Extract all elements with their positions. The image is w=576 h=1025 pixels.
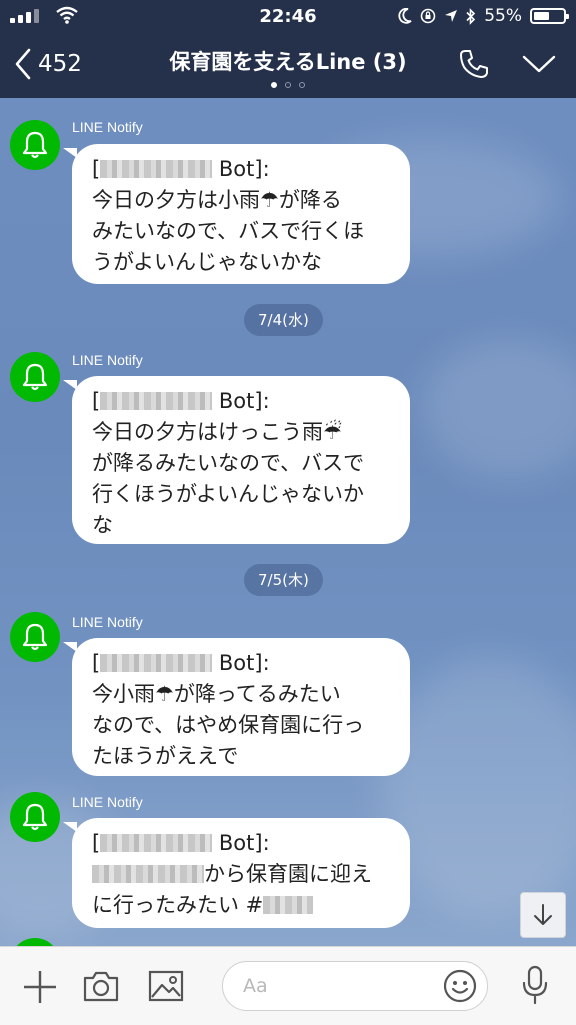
message-line: なので、はやめ保育園に行っ [92,713,365,737]
sender-name: LINE Notify [72,794,143,810]
redacted-name [100,160,213,178]
message-line: たほうがええで [92,744,239,768]
plus-icon[interactable] [22,969,58,1005]
redacted-name [100,654,213,672]
date-separator: 7/4(水) [244,304,323,336]
scroll-to-bottom-button[interactable] [520,892,566,938]
bluetooth-icon [466,7,476,25]
input-bar: Aa [0,946,576,1025]
message-header: [ Bot]: [92,651,270,675]
redacted-name [100,392,213,410]
status-bar: 22:46 55% [0,0,576,32]
message-line: 今日の夕方はけっこう雨☔ [92,420,342,444]
message-bubble[interactable]: [ Bot]: 今日の夕方はけっこう雨☔ が降るみたいなので、バスで 行くほうが… [63,376,410,544]
orientation-lock-icon [420,8,436,24]
message-line: が降るみたいなので、バスで [92,451,365,475]
background-cloud [420,338,576,478]
page-dot [271,82,277,88]
image-icon[interactable] [148,969,184,1003]
message-line: な [92,513,113,537]
message-line: うがよいんじゃないかな [92,250,322,274]
redacted-tag [263,896,314,914]
location-icon [445,10,458,22]
bell-icon [22,803,48,831]
message-line: から保育園に迎え [92,859,396,890]
message-header: [ Bot]: [92,157,270,181]
smiley-icon[interactable] [443,969,477,1003]
message-header: [ Bot]: [92,389,270,413]
sender-avatar[interactable] [10,120,60,170]
sender-name: LINE Notify [72,614,143,630]
sender-avatar[interactable] [10,352,60,402]
message-header: [ Bot]: [92,831,270,855]
chat-area[interactable]: LINE Notify [ Bot]: 今日の夕方は小雨☂が降る みたいなので、… [0,98,576,946]
phone-icon[interactable] [458,48,490,80]
sender-avatar[interactable] [10,938,60,946]
message-line: みたいなので、バスで行くほ [92,219,365,243]
message-line: 行くほうがよいんじゃないか [92,482,364,506]
redacted-name [100,834,213,852]
page-dot [299,82,305,88]
message-bubble[interactable]: [ Bot]: 今小雨☂が降ってるみたい なので、はやめ保育園に行っ たほうがえ… [63,638,410,776]
arrow-down-icon [534,904,552,925]
message-line: 今小雨☂が降ってるみたい [92,682,341,706]
date-separator: 7/5(木) [244,564,323,596]
battery-icon [530,8,569,24]
message-bubble[interactable]: [ Bot]: 今日の夕方は小雨☂が降る みたいなので、バスで行くほ うがよいん… [63,144,410,284]
microphone-icon[interactable] [520,965,550,1005]
bell-icon [22,363,48,391]
battery-percent: 55% [484,6,522,26]
bell-icon [22,623,48,651]
message-bubble[interactable]: [ Bot]: から保育園に迎え に行ったみたい # [63,818,410,928]
message-line: に行ったみたい # [92,890,396,921]
input-placeholder: Aa [243,975,268,997]
page-indicator [0,82,576,88]
message-line: 今日の夕方は小雨☂が降る [92,188,342,212]
camera-icon[interactable] [82,969,120,1003]
sender-avatar[interactable] [10,792,60,842]
message-input[interactable]: Aa [222,961,488,1011]
redacted-name [92,865,204,883]
sender-name: LINE Notify [72,119,143,135]
chat-header: 452 保育園を支えるLine (3) [0,32,576,98]
sender-avatar[interactable] [10,612,60,662]
page-dot [285,82,291,88]
moon-icon [398,8,412,24]
bell-icon [22,131,48,159]
chevron-down-icon[interactable] [522,54,556,74]
sender-name: LINE Notify [72,352,143,368]
